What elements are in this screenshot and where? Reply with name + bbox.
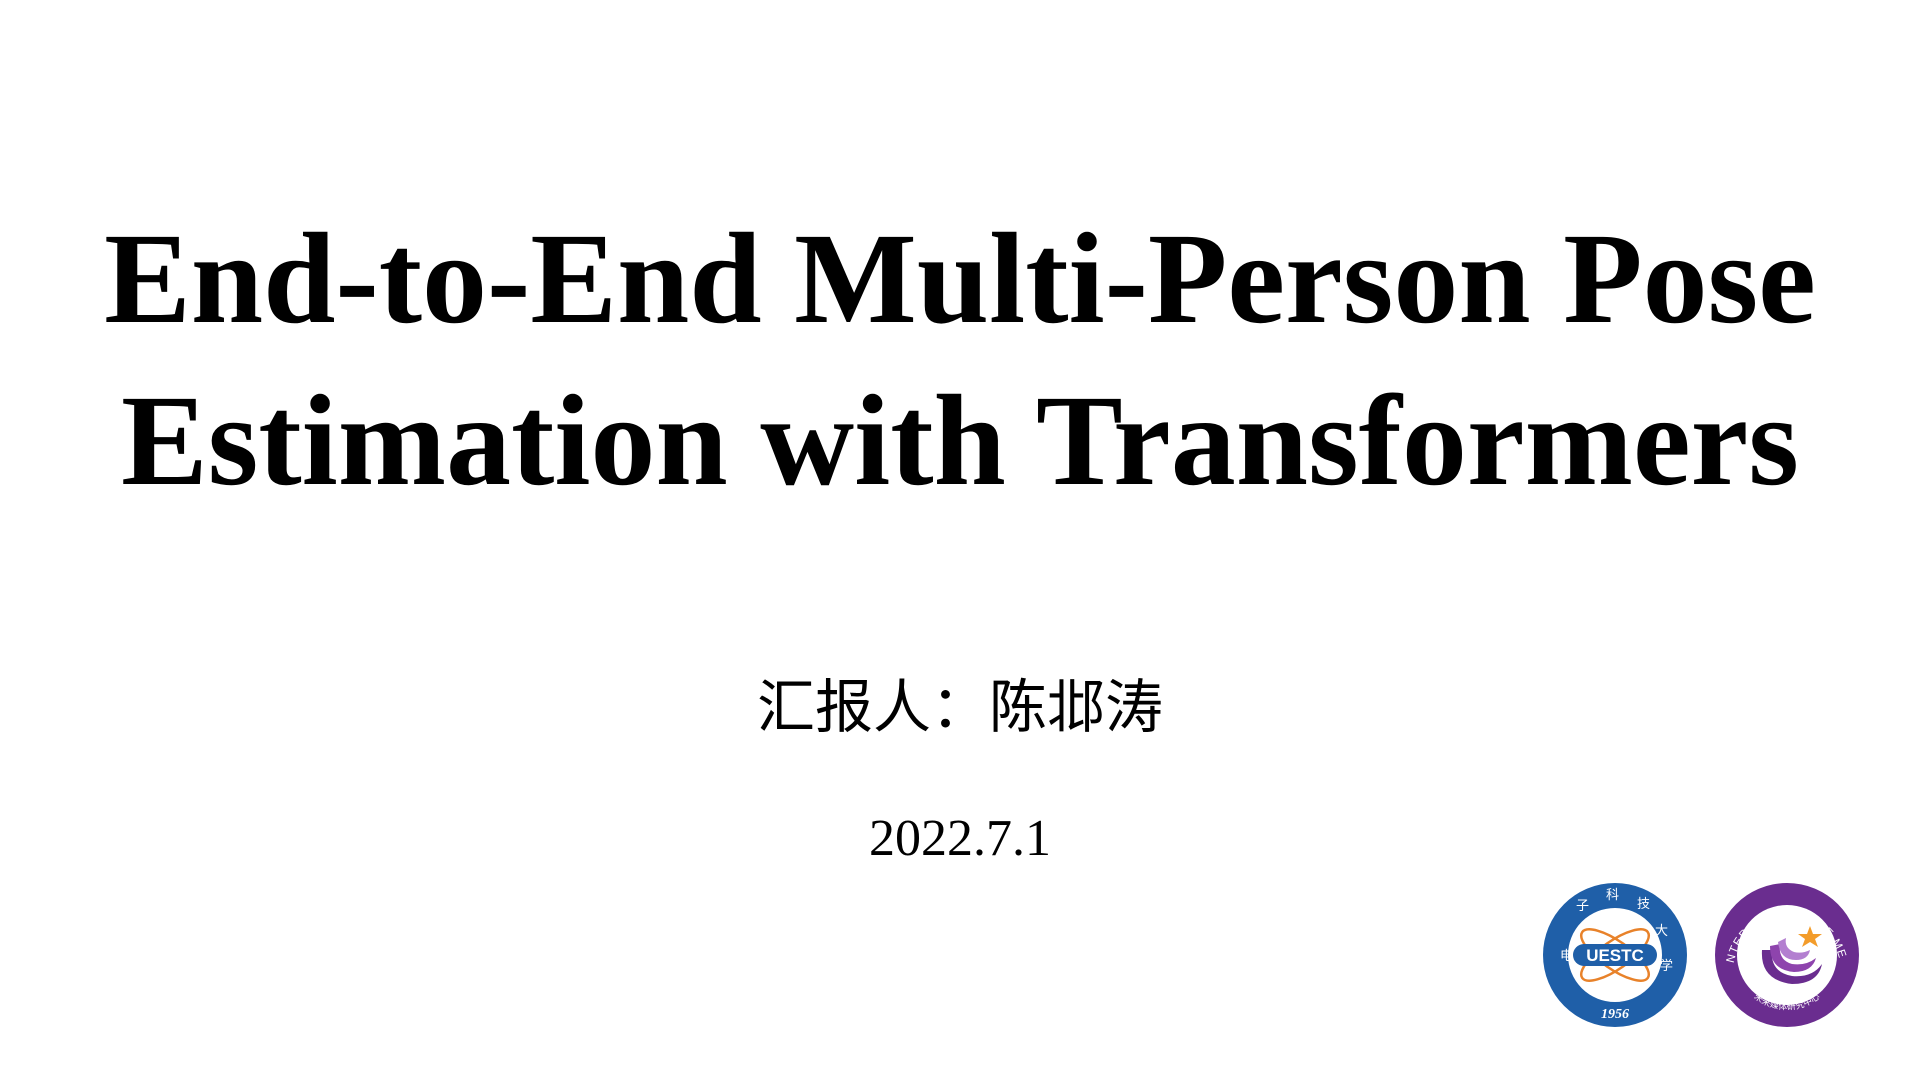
center-for-future-media-logo: CENTER FOR FUTURE MEDIA 未来媒体研究中心 — [1712, 880, 1862, 1030]
presenter-label: 汇报人：陈邶涛 — [756, 673, 1163, 741]
svg-text:学: 学 — [1660, 958, 1673, 974]
uestc-logo-year: 1956 — [1601, 1007, 1629, 1022]
presentation-date: 2022.7.1 — [869, 810, 1051, 867]
svg-text:技: 技 — [1637, 897, 1650, 912]
uestc-logo-text: UESTC — [1586, 946, 1644, 965]
svg-text:电: 电 — [1560, 949, 1573, 964]
title-line-1: End-to-End Multi-Person Pose — [104, 207, 1816, 351]
svg-text:子: 子 — [1576, 899, 1589, 914]
svg-text:大: 大 — [1655, 924, 1668, 939]
title-line-2: Estimation with Transformers — [121, 369, 1799, 513]
uestc-logo-graphic: UESTC 1956 电 子 科 技 大 学 — [1543, 883, 1687, 1027]
cfm-logo-graphic: CENTER FOR FUTURE MEDIA 未来媒体研究中心 — [1712, 880, 1859, 1027]
uestc-logo: UESTC 1956 电 子 科 技 大 学 — [1540, 880, 1690, 1030]
slide-title: End-to-End Multi-Person Pose Estimation … — [0, 198, 1920, 522]
slide: End-to-End Multi-Person Pose Estimation … — [0, 0, 1920, 1080]
svg-text:科: 科 — [1606, 888, 1619, 903]
